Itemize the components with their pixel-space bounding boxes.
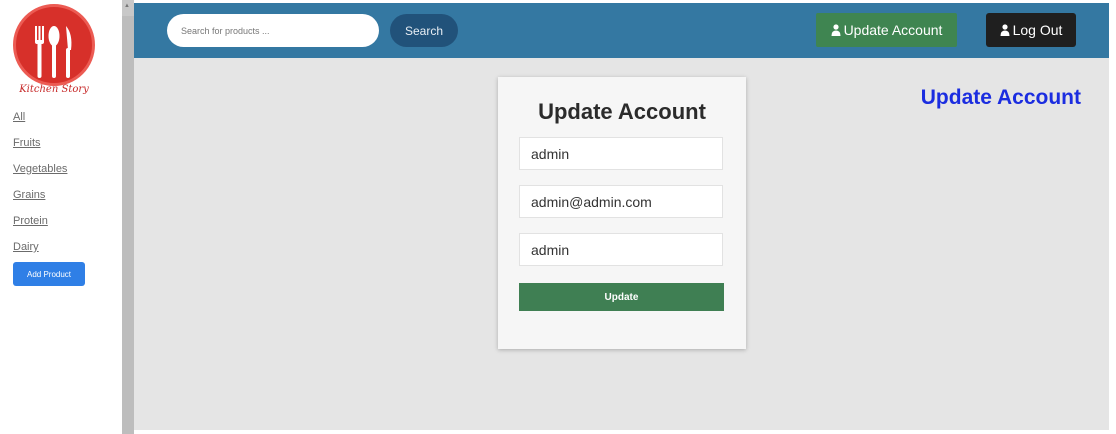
nav-item-dairy[interactable]: Dairy (13, 238, 67, 264)
user-icon (1000, 24, 1010, 36)
app-window: Kitchen Story All Fruits Vegetables Grai… (0, 0, 1116, 434)
main-content: Update Account Update Account Update (134, 58, 1109, 430)
nav-item-grains[interactable]: Grains (13, 186, 67, 212)
search-button[interactable]: Search (390, 14, 458, 47)
sidebar: Kitchen Story All Fruits Vegetables Grai… (0, 0, 122, 434)
nav-link-fruits[interactable]: Fruits (13, 137, 41, 149)
scrollbar-thumb[interactable] (122, 16, 134, 434)
nav-item-fruits[interactable]: Fruits (13, 134, 67, 160)
logo-text: Kitchen Story (19, 84, 89, 95)
brand-logo[interactable]: Kitchen Story (10, 2, 98, 98)
nav-item-protein[interactable]: Protein (13, 212, 67, 238)
nav-link-dairy[interactable]: Dairy (13, 241, 39, 253)
category-nav: All Fruits Vegetables Grains Protein Dai… (13, 108, 67, 264)
username-field[interactable] (519, 137, 723, 170)
update-account-button[interactable]: Update Account (816, 13, 957, 47)
nav-link-all[interactable]: All (13, 111, 25, 123)
user-icon (831, 24, 841, 36)
nav-item-vegetables[interactable]: Vegetables (13, 160, 67, 186)
password-field[interactable] (519, 233, 723, 266)
update-submit-button[interactable]: Update (519, 283, 724, 311)
top-navbar: Search Update Account Log Out (134, 3, 1109, 58)
logout-button[interactable]: Log Out (986, 13, 1076, 47)
form-title: Update Account (538, 99, 706, 124)
update-account-form: Update Account Update (498, 77, 746, 349)
scroll-up-arrow-icon[interactable]: ▲ (124, 3, 130, 9)
nav-link-vegetables[interactable]: Vegetables (13, 163, 67, 175)
page-heading: Update Account (920, 86, 1081, 109)
nav-link-grains[interactable]: Grains (13, 189, 45, 201)
nav-link-protein[interactable]: Protein (13, 215, 48, 227)
email-field[interactable] (519, 185, 723, 218)
update-account-label: Update Account (843, 22, 943, 38)
search-input[interactable] (167, 14, 379, 47)
nav-item-all[interactable]: All (13, 108, 67, 134)
add-product-button[interactable]: Add Product (13, 262, 85, 286)
logout-label: Log Out (1012, 22, 1063, 38)
window-edge (1109, 0, 1116, 434)
cutlery-icon (35, 26, 72, 78)
